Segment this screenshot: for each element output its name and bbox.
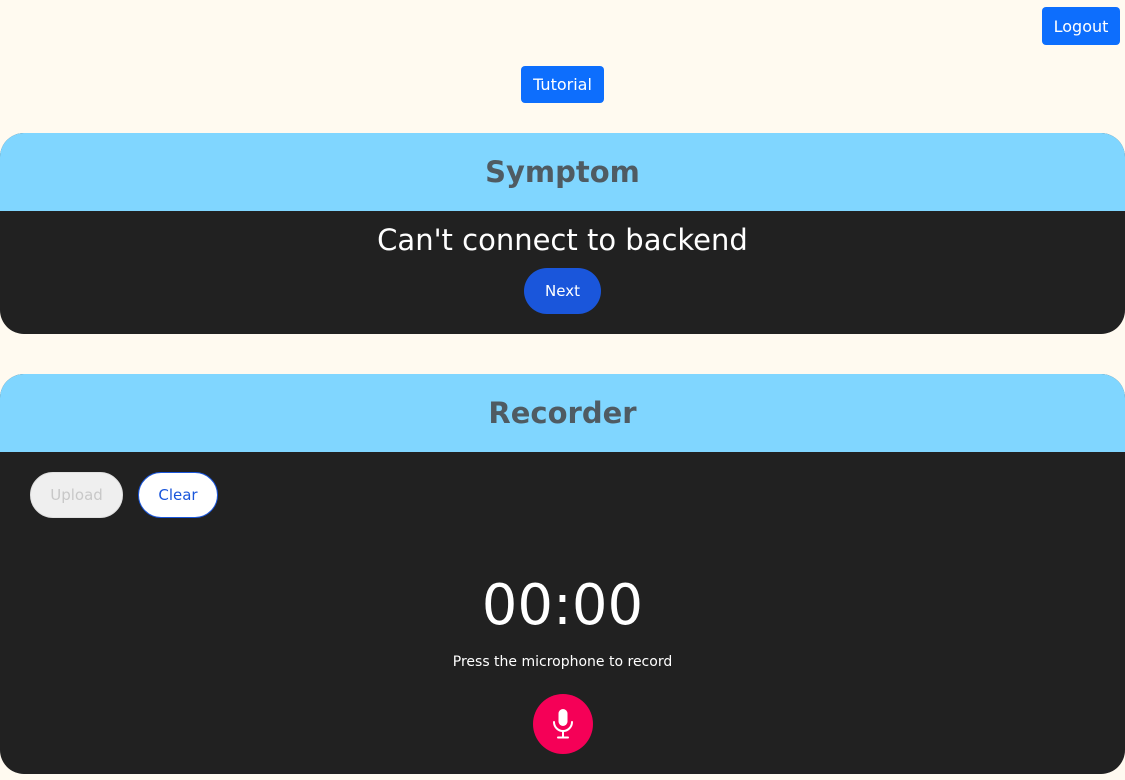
record-button[interactable] bbox=[533, 694, 593, 754]
microphone-icon bbox=[553, 709, 573, 739]
symptom-title: Symptom bbox=[0, 133, 1125, 211]
logout-button[interactable]: Logout bbox=[1042, 7, 1120, 45]
next-button[interactable]: Next bbox=[524, 268, 601, 314]
clear-button[interactable]: Clear bbox=[138, 472, 218, 518]
tutorial-button[interactable]: Tutorial bbox=[521, 66, 604, 103]
upload-button[interactable]: Upload bbox=[30, 472, 123, 518]
recorder-title: Recorder bbox=[0, 374, 1125, 452]
record-hint: Press the microphone to record bbox=[452, 654, 673, 670]
recording-timer: 00:00 bbox=[481, 573, 644, 638]
symptom-text: Can't connect to backend bbox=[377, 223, 748, 257]
